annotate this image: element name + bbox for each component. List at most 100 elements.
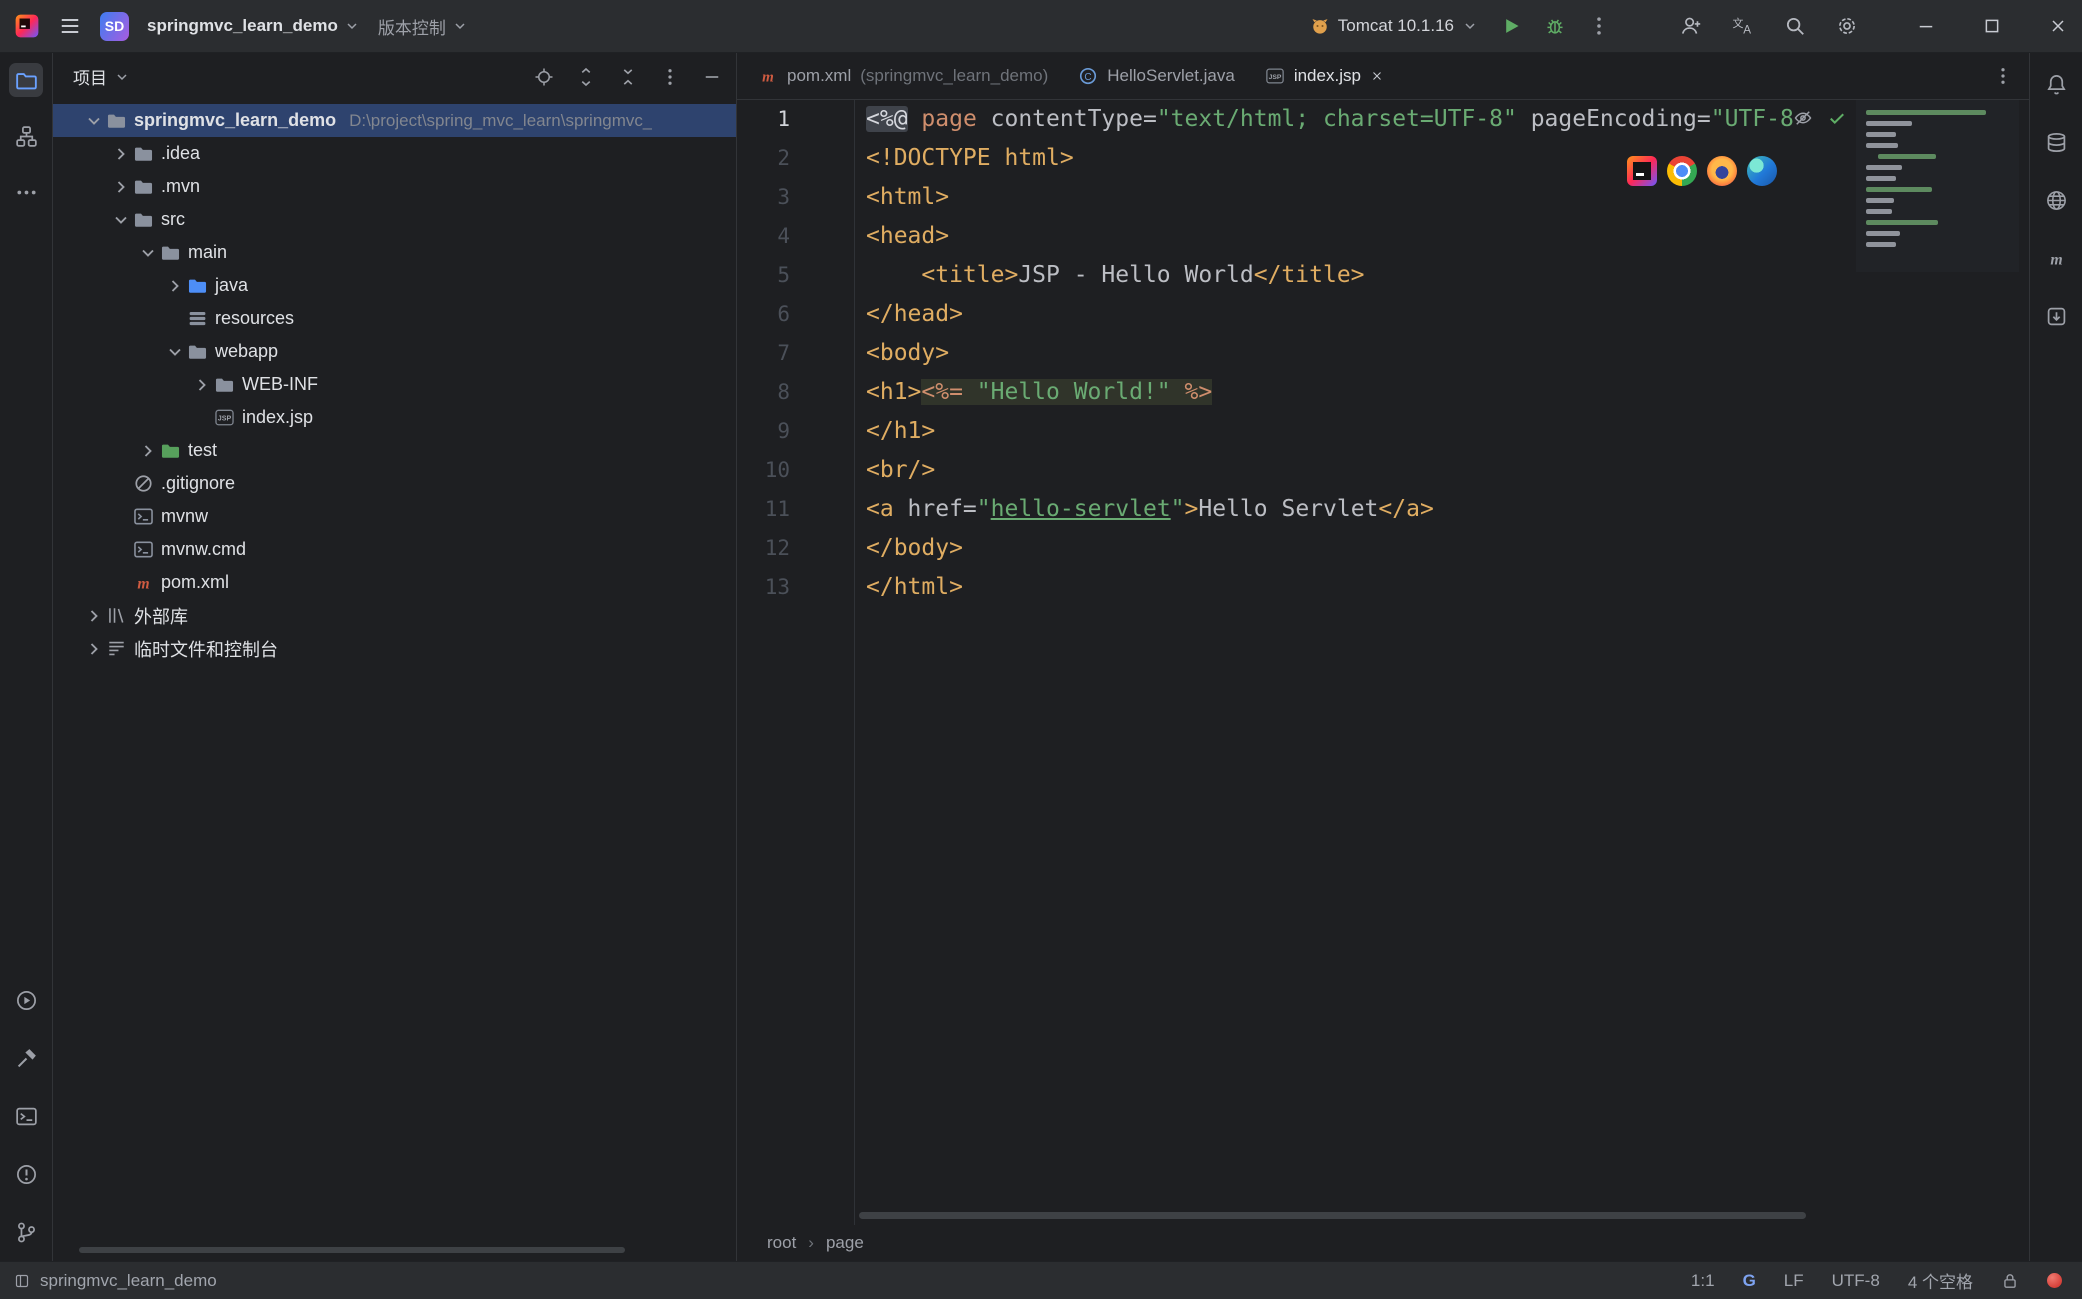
more-tools-icon[interactable] [9, 175, 43, 209]
panel-options-icon[interactable] [660, 67, 680, 87]
code-line-text[interactable]: <body> [854, 334, 949, 373]
reader-mode-icon[interactable] [1793, 108, 1813, 128]
structure-tool-icon[interactable] [9, 119, 43, 153]
chevron-right-icon[interactable] [163, 276, 187, 296]
project-selector[interactable]: springmvc_learn_demo [147, 16, 360, 36]
chrome-icon[interactable] [1667, 156, 1697, 191]
code-line-6[interactable]: 6</head> [737, 295, 2029, 334]
chevron-down-icon[interactable] [136, 243, 160, 263]
hide-panel-icon[interactable] [702, 67, 722, 87]
tree-item-mvnw.cmd[interactable]: mvnw.cmd [53, 533, 736, 566]
line-separator[interactable]: LF [1784, 1271, 1804, 1291]
gutter-line-number[interactable]: 11 [737, 490, 854, 529]
gutter-line-number[interactable]: 5 [737, 256, 854, 295]
notifications-icon[interactable] [2039, 67, 2073, 101]
tree-item-resources[interactable]: resources [53, 302, 736, 335]
window-close-button[interactable] [2048, 16, 2068, 36]
code-line-9[interactable]: 9</h1> [737, 412, 2029, 451]
debug-button[interactable] [1544, 15, 1566, 37]
gutter-line-number[interactable]: 4 [737, 217, 854, 256]
tree-item-pom.xml[interactable]: mpom.xml [53, 566, 736, 599]
run-config-selector[interactable]: Tomcat 10.1.16 [1310, 16, 1478, 36]
code-line-text[interactable]: <h1><%= "Hello World!" %> [854, 373, 1212, 412]
chevron-right-icon[interactable] [109, 177, 133, 197]
chevron-right-icon[interactable] [190, 375, 214, 395]
select-opened-file-icon[interactable] [534, 67, 554, 87]
database-icon[interactable] [2039, 125, 2073, 159]
code-line-2[interactable]: 2<!DOCTYPE html> [737, 139, 2029, 178]
caret-position[interactable]: 1:1 [1691, 1271, 1715, 1291]
code-line-text[interactable]: <br/> [854, 451, 935, 490]
code-line-11[interactable]: 11<a href="hello-servlet">Hello Servlet<… [737, 490, 2029, 529]
tree-item-.gitignore[interactable]: .gitignore [53, 467, 736, 500]
tree-item-mvnw[interactable]: mvnw [53, 500, 736, 533]
web-icon[interactable] [2039, 183, 2073, 217]
settings-gear-icon[interactable] [1836, 15, 1858, 37]
code-line-10[interactable]: 10<br/> [737, 451, 2029, 490]
main-menu-icon[interactable] [58, 14, 82, 38]
tool-window-widget-icon[interactable] [14, 1273, 30, 1289]
gutter-line-number[interactable]: 7 [737, 334, 854, 373]
search-icon[interactable] [1784, 15, 1806, 37]
gutter-line-number[interactable]: 13 [737, 568, 854, 607]
git-icon[interactable] [9, 1215, 43, 1249]
tree-item-main[interactable]: main [53, 236, 736, 269]
project-scrollbar[interactable] [79, 1247, 625, 1253]
edge-icon[interactable] [1747, 156, 1777, 191]
terminal-icon[interactable] [9, 1099, 43, 1133]
code-line-text[interactable]: <a href="hello-servlet">Hello Servlet</a… [854, 490, 1434, 529]
tab-close-icon[interactable] [1370, 69, 1384, 83]
chevron-right-icon[interactable] [82, 606, 106, 626]
code-line-text[interactable]: </h1> [854, 412, 935, 451]
collapse-all-icon[interactable] [618, 67, 638, 87]
no-problems-icon[interactable] [1827, 108, 1847, 128]
window-maximize-button[interactable] [1982, 16, 2002, 36]
tree-item-test[interactable]: test [53, 434, 736, 467]
tree-item-node[interactable]: 外部库 [53, 599, 736, 632]
code-line-5[interactable]: 5 <title>JSP - Hello World</title> [737, 256, 2029, 295]
run-button[interactable] [1500, 15, 1522, 37]
tree-item-src[interactable]: src [53, 203, 736, 236]
idea-logo-icon[interactable] [14, 13, 40, 39]
gutter-line-number[interactable]: 10 [737, 451, 854, 490]
code-line-4[interactable]: 4<head> [737, 217, 2029, 256]
gutter-line-number[interactable]: 6 [737, 295, 854, 334]
indent-style[interactable]: 4 个空格 [1908, 1268, 1973, 1293]
gutter-line-number[interactable]: 1 [737, 100, 854, 139]
gutter-line-number[interactable]: 2 [737, 139, 854, 178]
code-line-12[interactable]: 12</body> [737, 529, 2029, 568]
editor-tab-helloservlet.java[interactable]: CHelloServlet.java [1063, 53, 1250, 99]
tree-item-springmvc-learn-demo[interactable]: springmvc_learn_demoD:\project\spring_mv… [53, 104, 736, 137]
run-more-button[interactable] [1588, 15, 1610, 37]
gutter-line-number[interactable]: 3 [737, 178, 854, 217]
gutter-line-number[interactable]: 9 [737, 412, 854, 451]
build-icon[interactable] [9, 1041, 43, 1075]
code-line-text[interactable]: </html> [854, 568, 963, 607]
chevron-down-icon[interactable] [82, 111, 106, 131]
tree-item-node[interactable]: 临时文件和控制台 [53, 632, 736, 665]
editor-tab-pom.xml[interactable]: mpom.xml (springmvc_learn_demo) [743, 53, 1063, 99]
tree-item-.idea[interactable]: .idea [53, 137, 736, 170]
gutter-line-number[interactable]: 8 [737, 373, 854, 412]
translate-status-icon[interactable]: G [1743, 1271, 1756, 1291]
project-badge[interactable]: SD [100, 12, 129, 41]
tree-item-web-inf[interactable]: WEB-INF [53, 368, 736, 401]
code-line-text[interactable]: <%@ page contentType="text/html; charset… [854, 100, 1794, 139]
code-line-text[interactable]: </head> [854, 295, 963, 334]
project-view-selector[interactable]: 项目 [73, 64, 130, 89]
code-with-me-icon[interactable] [1680, 15, 1702, 37]
firefox-icon[interactable] [1707, 156, 1737, 191]
code-line-7[interactable]: 7<body> [737, 334, 2029, 373]
code-line-8[interactable]: 8<h1><%= "Hello World!" %> [737, 373, 2029, 412]
translate-icon[interactable]: 文A [1732, 15, 1754, 37]
chevron-down-icon[interactable] [163, 342, 187, 362]
chevron-right-icon[interactable] [82, 639, 106, 659]
breadcrumb-page[interactable]: page [826, 1233, 864, 1253]
tree-item-index.jsp[interactable]: JSPindex.jsp [53, 401, 736, 434]
notification-dot-icon[interactable] [2047, 1273, 2062, 1288]
tree-item-.mvn[interactable]: .mvn [53, 170, 736, 203]
tab-options-icon[interactable] [1993, 66, 2013, 86]
code-line-text[interactable]: <title>JSP - Hello World</title> [854, 256, 1365, 295]
problems-icon[interactable] [9, 1157, 43, 1191]
chevron-right-icon[interactable] [136, 441, 160, 461]
